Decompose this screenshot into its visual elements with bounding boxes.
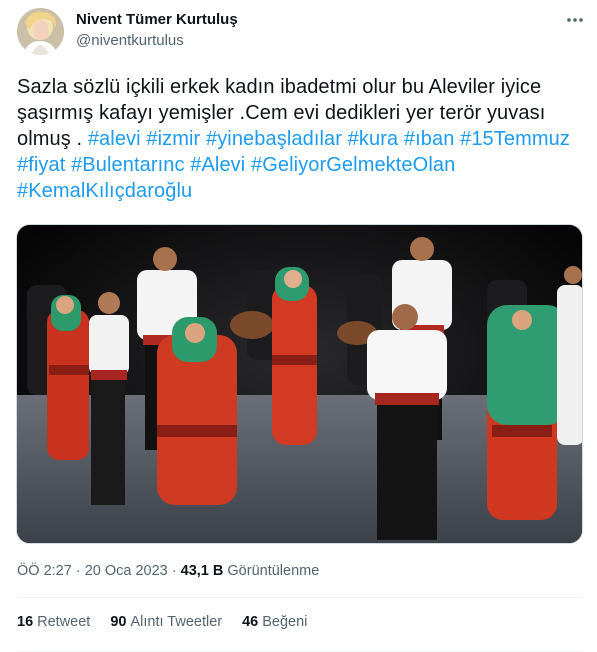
quote-tweets-stat[interactable]: 90 Alıntı Tweetler — [110, 614, 222, 630]
retweets-stat[interactable]: 16 Retweet — [17, 614, 90, 630]
more-options-button[interactable] — [560, 8, 590, 32]
tweet-stats: 16 Retweet 90 Alıntı Tweetler 46 Beğeni — [17, 614, 327, 630]
author-handle[interactable]: @niventkurtulus — [76, 32, 184, 49]
hashtag-link[interactable]: #yinebaşladılar — [206, 128, 342, 150]
hashtag-link[interactable]: #Alevi — [190, 154, 245, 176]
tweet-media-photo[interactable] — [16, 224, 583, 544]
tweet-text: Sazla sözlü içkili erkek kadın ibadetmi … — [17, 74, 587, 204]
hashtag-link[interactable]: #Bulentarınc — [71, 154, 185, 176]
quotes-label: Alıntı Tweetler — [130, 614, 223, 630]
hashtag-link[interactable]: #15Temmuz — [460, 128, 570, 150]
hashtag-link[interactable]: #ıban — [404, 128, 455, 150]
hashtag-link[interactable]: #kura — [348, 128, 399, 150]
avatar[interactable] — [17, 8, 64, 55]
meta-separator: · — [71, 563, 85, 579]
views-count: 43,1 B — [180, 563, 224, 579]
author-display-name[interactable]: Nivent Tümer Kurtuluş — [76, 11, 238, 28]
more-horizontal-icon — [567, 18, 583, 22]
hashtag-link[interactable]: #KemalKılıçdaroğlu — [17, 180, 192, 202]
tweet-card: Nivent Tümer Kurtuluş @niventkurtulus Sa… — [0, 0, 597, 652]
tweet-meta: ÖÖ 2:27 · 20 Oca 2023 · 43,1 B Görüntüle… — [17, 563, 319, 579]
tweet-date[interactable]: 20 Oca 2023 — [85, 563, 168, 579]
likes-count: 46 — [242, 614, 259, 630]
divider — [17, 597, 583, 598]
likes-stat[interactable]: 46 Beğeni — [242, 614, 307, 630]
retweets-label: Retweet — [37, 614, 91, 630]
retweets-count: 16 — [17, 614, 34, 630]
tweet-time[interactable]: ÖÖ 2:27 — [17, 563, 72, 579]
hashtag-link[interactable]: #alevi — [88, 128, 141, 150]
hashtag-link[interactable]: #GeliyorGelmekteOlan — [251, 154, 455, 176]
views-label: Görüntülenme — [227, 563, 320, 579]
stage-dance-photo — [17, 225, 582, 543]
likes-label: Beğeni — [262, 614, 308, 630]
meta-separator: · — [167, 563, 181, 579]
quotes-count: 90 — [110, 614, 127, 630]
avatar-image — [17, 8, 64, 55]
hashtag-link[interactable]: #fiyat — [17, 154, 65, 176]
hashtag-link[interactable]: #izmir — [146, 128, 200, 150]
